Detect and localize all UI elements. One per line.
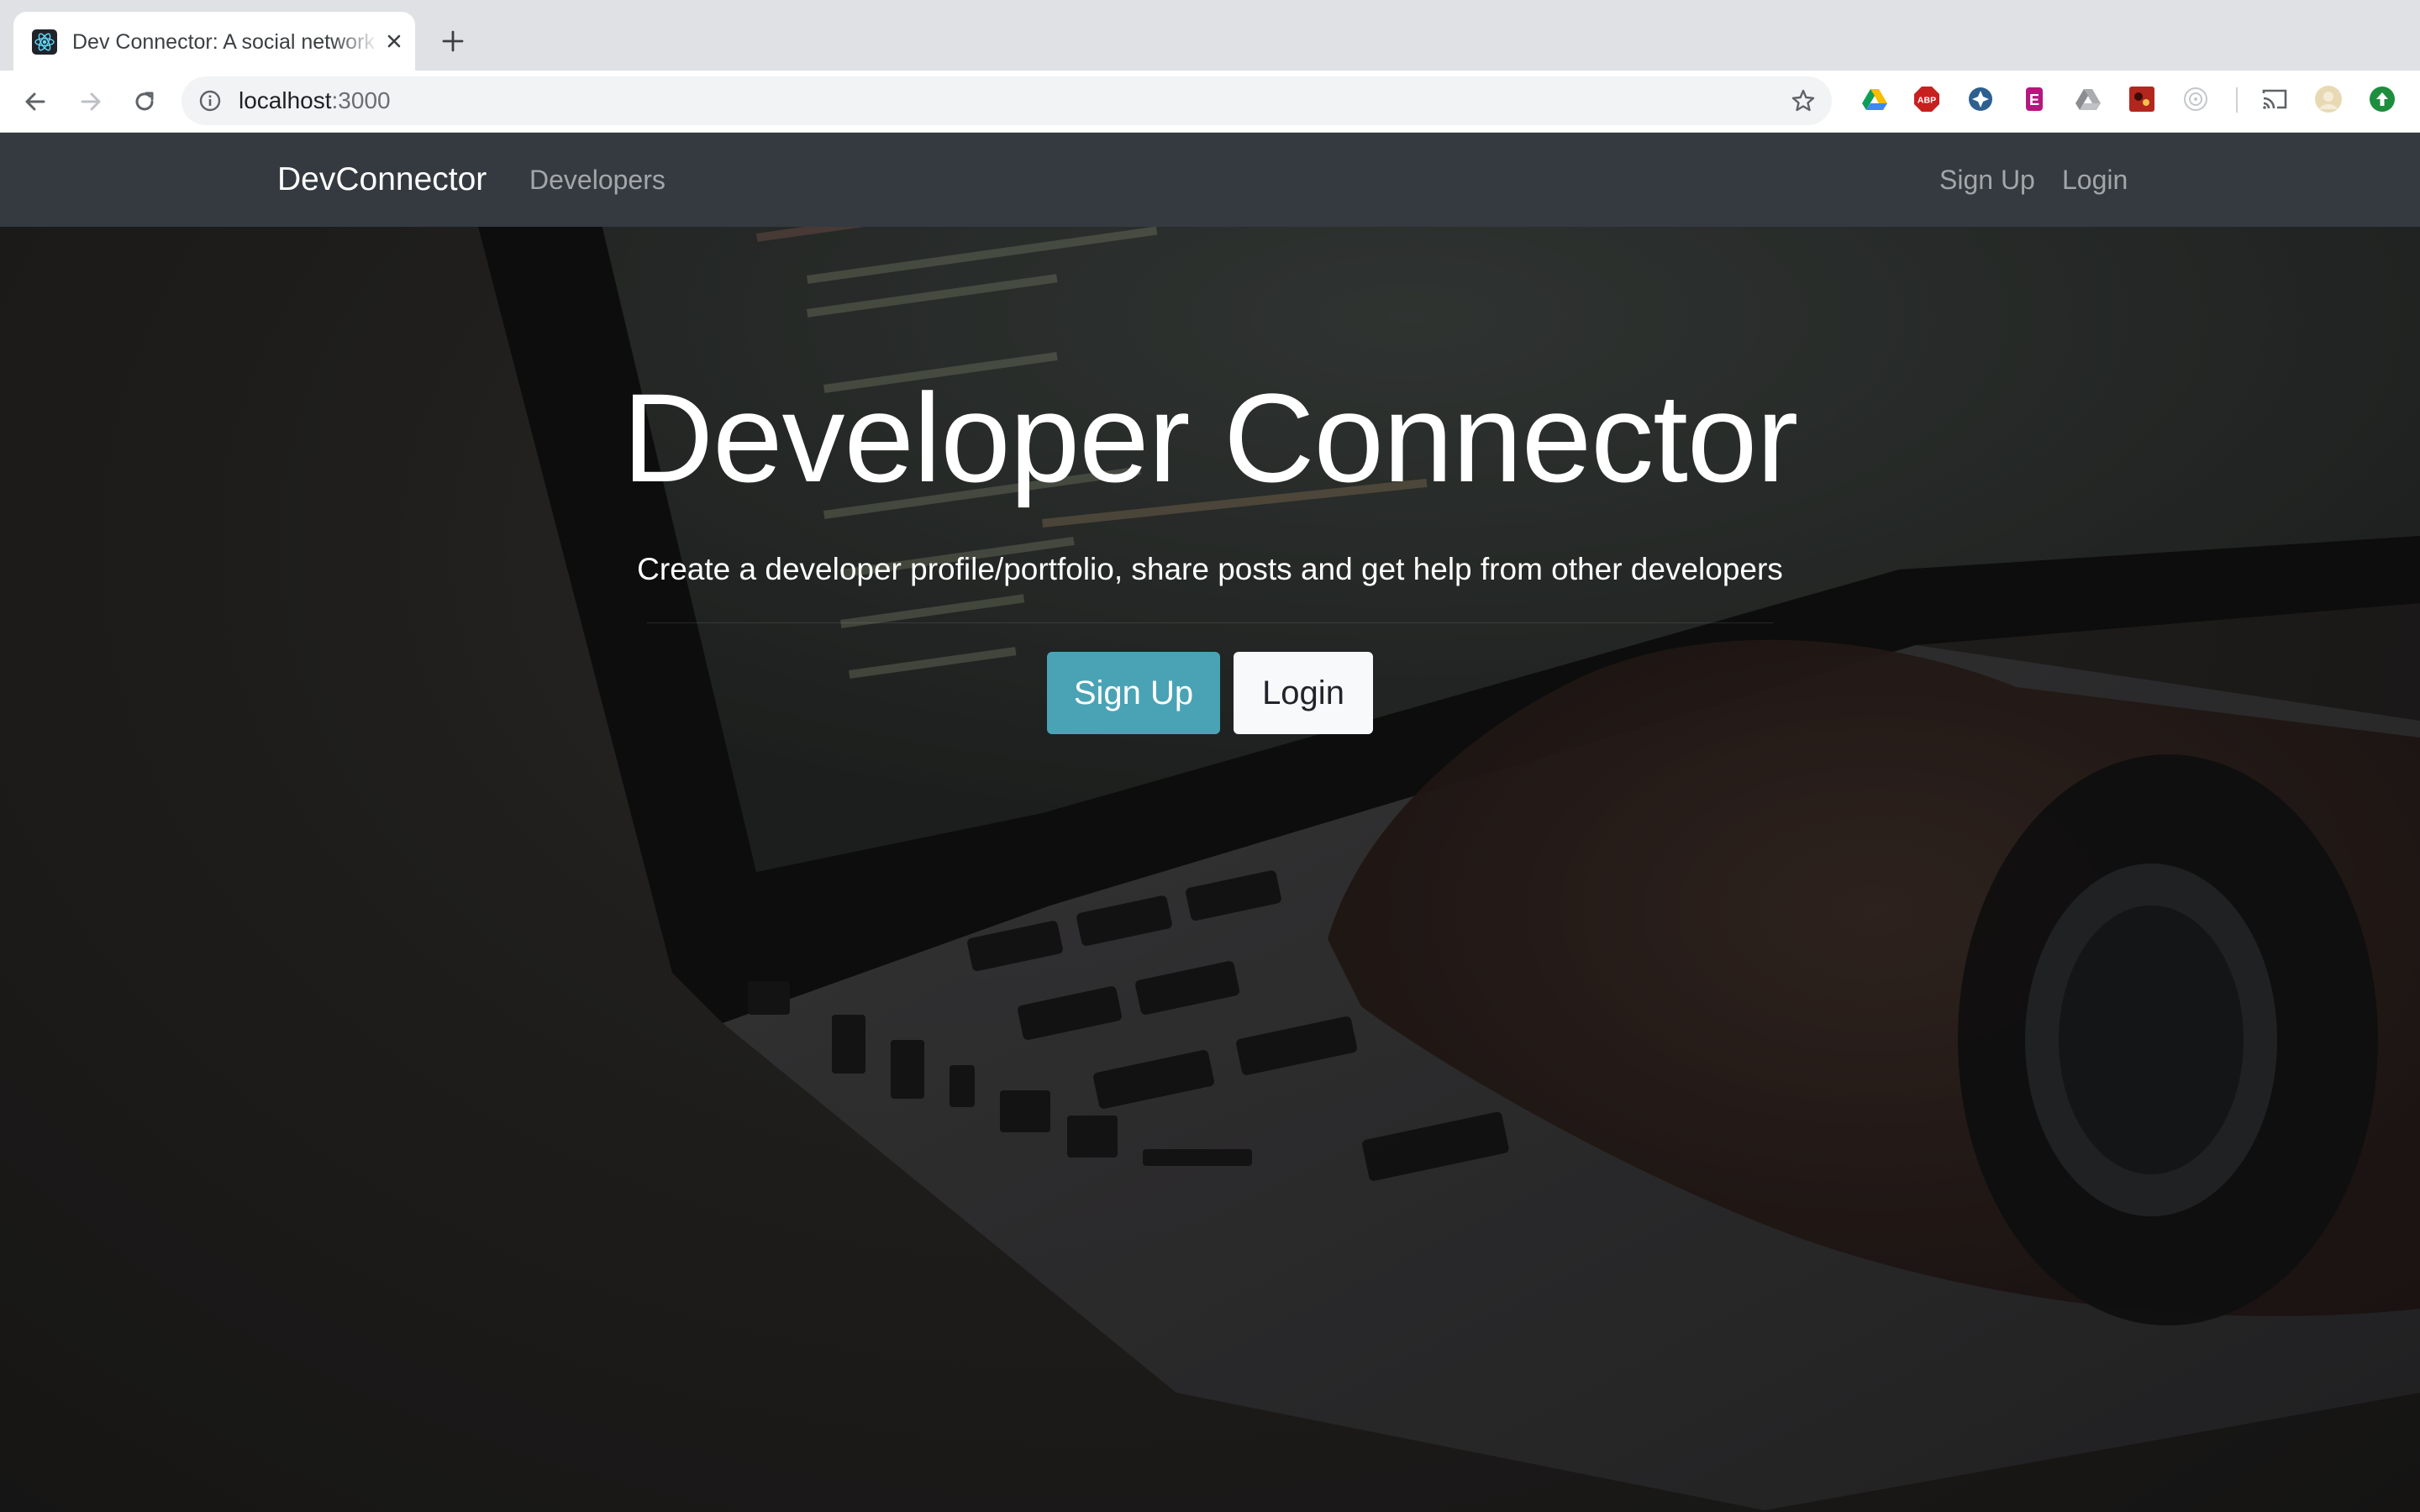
forward-icon[interactable] bbox=[76, 87, 106, 117]
extension-red-icon[interactable] bbox=[2128, 85, 2156, 113]
login-button[interactable]: Login bbox=[1234, 652, 1373, 734]
browser-tab[interactable]: Dev Connector: A social network for deve… bbox=[13, 12, 415, 71]
browser-tabstrip: Dev Connector: A social network for deve… bbox=[0, 0, 2420, 71]
browser-toolbar: localhost:3000 bbox=[0, 71, 2420, 133]
address-bar[interactable]: localhost:3000 bbox=[182, 76, 1832, 125]
tab-title-fade bbox=[333, 25, 380, 59]
brand-link[interactable]: DevConnector bbox=[277, 160, 487, 200]
extension-blue-icon[interactable] bbox=[1966, 85, 1995, 113]
url-text: localhost:3000 bbox=[239, 87, 391, 114]
nav-link-signup[interactable]: Sign Up bbox=[1939, 163, 2035, 197]
nav-link-login[interactable]: Login bbox=[2062, 163, 2128, 197]
cast-icon[interactable] bbox=[2260, 85, 2289, 113]
navbar: DevConnector Developers Sign Up Login bbox=[0, 133, 2420, 227]
url-host: localhost bbox=[239, 87, 332, 113]
update-icon[interactable] bbox=[2368, 85, 2396, 113]
drive-gray-icon[interactable] bbox=[2074, 85, 2102, 113]
hero-lead: Create a developer profile/portfolio, sh… bbox=[637, 552, 1783, 586]
hero-divider bbox=[647, 622, 1773, 623]
hero-title: Developer Connector bbox=[622, 367, 1798, 508]
svg-text:ABP: ABP bbox=[1918, 96, 1936, 106]
reload-icon[interactable] bbox=[129, 87, 160, 117]
signup-button[interactable]: Sign Up bbox=[1047, 652, 1220, 734]
new-tab-icon[interactable] bbox=[440, 29, 466, 54]
nav-link-developers[interactable]: Developers bbox=[529, 163, 666, 197]
extension-target-icon[interactable] bbox=[2181, 85, 2210, 113]
react-icon bbox=[32, 29, 57, 55]
landing-page: DevConnector Developers Sign Up Login De… bbox=[0, 133, 2420, 1512]
back-icon[interactable] bbox=[20, 87, 50, 117]
extension-pink-icon[interactable]: E bbox=[2020, 85, 2049, 113]
profile-avatar[interactable] bbox=[2314, 85, 2343, 113]
bookmark-star-icon[interactable] bbox=[1790, 87, 1817, 114]
info-icon[interactable] bbox=[198, 89, 222, 113]
close-icon[interactable] bbox=[381, 29, 407, 54]
hero-background-image bbox=[0, 133, 2420, 1512]
url-port: :3000 bbox=[331, 87, 391, 113]
toolbar-separator bbox=[2236, 87, 2238, 113]
google-drive-icon[interactable] bbox=[1860, 85, 1889, 113]
svg-text:E: E bbox=[2029, 92, 2039, 108]
adblock-plus-icon[interactable]: ABP bbox=[1912, 85, 1941, 113]
